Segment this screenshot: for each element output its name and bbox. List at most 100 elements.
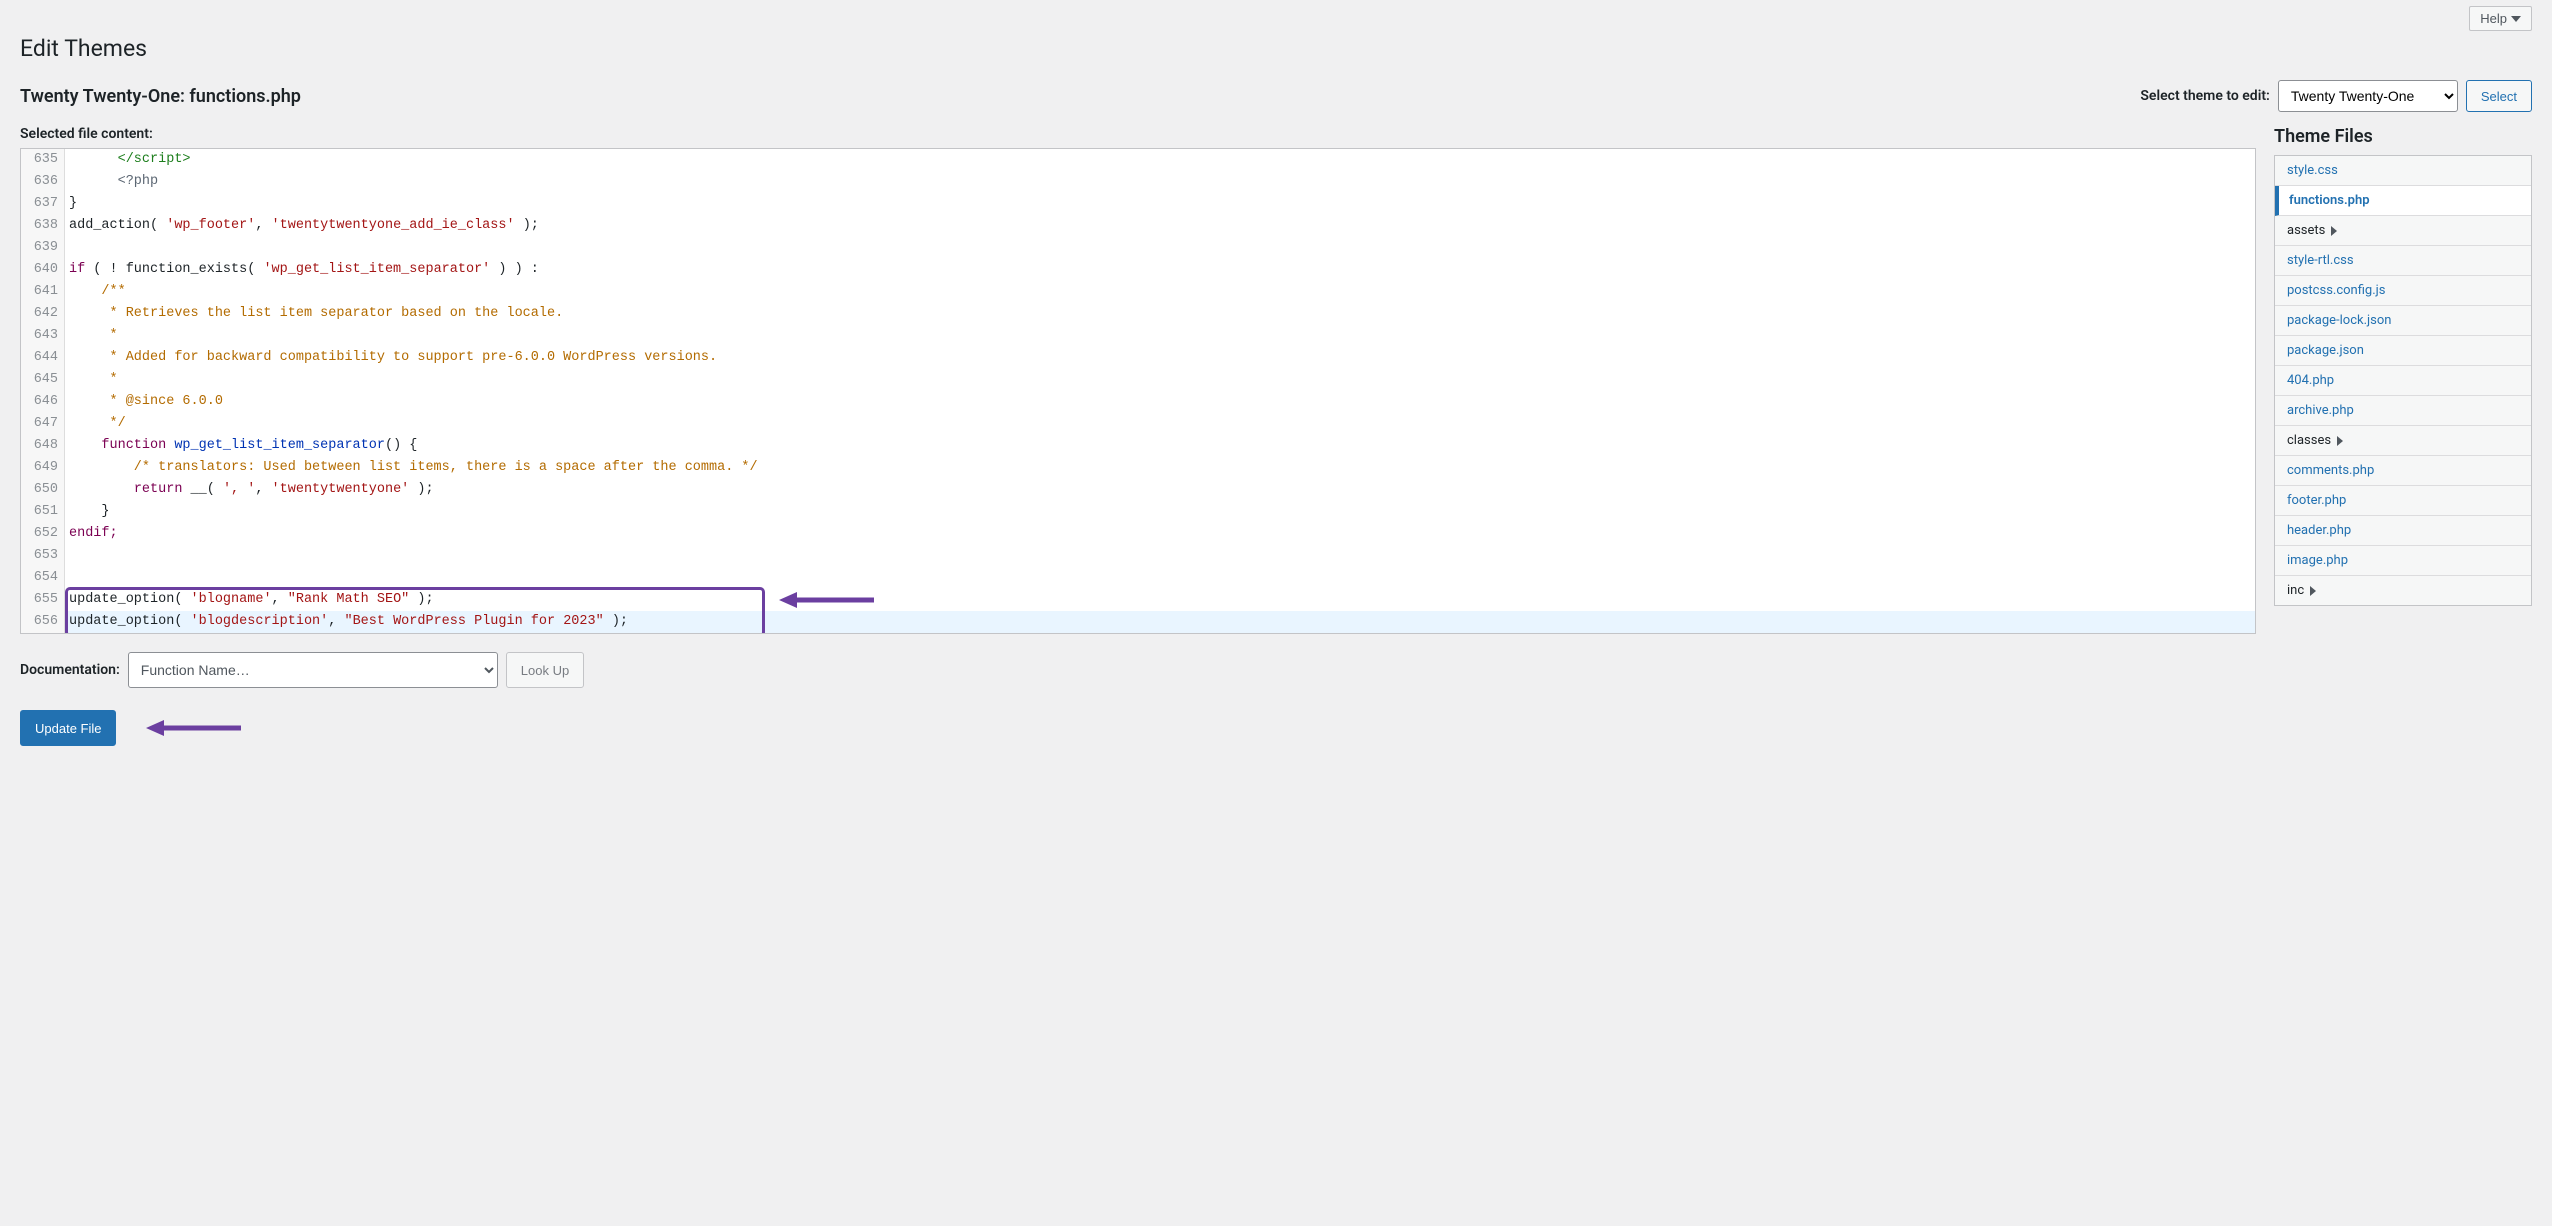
- code-line[interactable]: 647 */: [21, 413, 2255, 435]
- code-editor[interactable]: 635 </script>636 <?php637}638add_action(…: [20, 148, 2256, 634]
- code-line[interactable]: 636 <?php: [21, 171, 2255, 193]
- select-theme-button[interactable]: Select: [2466, 80, 2532, 112]
- line-number: 655: [21, 589, 65, 611]
- code-content[interactable]: */: [65, 413, 126, 435]
- line-number: 644: [21, 347, 65, 369]
- annotation-arrow-icon: [146, 716, 241, 740]
- file-item[interactable]: style-rtl.css: [2275, 246, 2531, 276]
- documentation-label: Documentation:: [20, 662, 120, 678]
- code-line[interactable]: 651 }: [21, 501, 2255, 523]
- code-line[interactable]: 654: [21, 567, 2255, 589]
- code-content[interactable]: * @since 6.0.0: [65, 391, 223, 413]
- code-content[interactable]: <?php: [65, 171, 158, 193]
- line-number: 648: [21, 435, 65, 457]
- code-content[interactable]: update_option( 'blogdescription', "Best …: [65, 611, 628, 633]
- code-line[interactable]: 656update_option( 'blogdescription', "Be…: [21, 611, 2255, 633]
- file-item[interactable]: functions.php: [2275, 186, 2531, 216]
- line-number: 654: [21, 567, 65, 589]
- code-line[interactable]: 653: [21, 545, 2255, 567]
- file-item[interactable]: image.php: [2275, 546, 2531, 576]
- code-content[interactable]: </script>: [65, 149, 191, 171]
- code-content[interactable]: return __( ', ', 'twentytwentyone' );: [65, 479, 434, 501]
- file-item[interactable]: comments.php: [2275, 456, 2531, 486]
- code-content[interactable]: }: [65, 501, 110, 523]
- help-label: Help: [2480, 11, 2507, 26]
- line-number: 636: [21, 171, 65, 193]
- caret-right-icon: [2335, 436, 2345, 446]
- line-number: 652: [21, 523, 65, 545]
- caret-down-icon: [2511, 14, 2521, 24]
- code-line[interactable]: 650 return __( ', ', 'twentytwentyone' )…: [21, 479, 2255, 501]
- file-item[interactable]: 404.php: [2275, 366, 2531, 396]
- file-item[interactable]: footer.php: [2275, 486, 2531, 516]
- code-content[interactable]: /* translators: Used between list items,…: [65, 457, 758, 479]
- line-number: 635: [21, 149, 65, 171]
- code-content[interactable]: function wp_get_list_item_separator() {: [65, 435, 417, 457]
- folder-item[interactable]: assets: [2275, 216, 2531, 246]
- update-file-button[interactable]: Update File: [20, 710, 116, 746]
- line-number: 640: [21, 259, 65, 281]
- code-line[interactable]: 639: [21, 237, 2255, 259]
- line-number: 643: [21, 325, 65, 347]
- code-line[interactable]: 649 /* translators: Used between list it…: [21, 457, 2255, 479]
- code-content[interactable]: *: [65, 369, 118, 391]
- code-line[interactable]: 635 </script>: [21, 149, 2255, 171]
- file-item[interactable]: archive.php: [2275, 396, 2531, 426]
- line-number: 642: [21, 303, 65, 325]
- code-content[interactable]: add_action( 'wp_footer', 'twentytwentyon…: [65, 215, 539, 237]
- line-number: 638: [21, 215, 65, 237]
- line-number: 641: [21, 281, 65, 303]
- line-number: 645: [21, 369, 65, 391]
- code-line[interactable]: 638add_action( 'wp_footer', 'twentytwent…: [21, 215, 2255, 237]
- line-number: 656: [21, 611, 65, 633]
- line-number: 649: [21, 457, 65, 479]
- code-content[interactable]: /**: [65, 281, 126, 303]
- code-content[interactable]: *: [65, 325, 118, 347]
- lookup-button[interactable]: Look Up: [506, 652, 584, 688]
- folder-item[interactable]: inc: [2275, 576, 2531, 605]
- line-number: 637: [21, 193, 65, 215]
- line-number: 651: [21, 501, 65, 523]
- caret-right-icon: [2329, 226, 2339, 236]
- line-number: 646: [21, 391, 65, 413]
- code-line[interactable]: 641 /**: [21, 281, 2255, 303]
- code-line[interactable]: 646 * @since 6.0.0: [21, 391, 2255, 413]
- file-item[interactable]: header.php: [2275, 516, 2531, 546]
- code-content[interactable]: if ( ! function_exists( 'wp_get_list_ite…: [65, 259, 539, 281]
- code-content[interactable]: }: [65, 193, 77, 215]
- line-number: 647: [21, 413, 65, 435]
- documentation-select[interactable]: Function Name…: [128, 652, 498, 688]
- line-number: 639: [21, 237, 65, 259]
- code-content[interactable]: [65, 237, 77, 259]
- file-tree: style.cssfunctions.phpassets style-rtl.c…: [2274, 155, 2532, 606]
- code-content[interactable]: [65, 545, 77, 567]
- code-line[interactable]: 644 * Added for backward compatibility t…: [21, 347, 2255, 369]
- file-item[interactable]: package.json: [2275, 336, 2531, 366]
- select-theme-label: Select theme to edit:: [2140, 88, 2269, 104]
- code-content[interactable]: * Retrieves the list item separator base…: [65, 303, 563, 325]
- line-number: 653: [21, 545, 65, 567]
- folder-item[interactable]: classes: [2275, 426, 2531, 456]
- code-line[interactable]: 652endif;: [21, 523, 2255, 545]
- code-line[interactable]: 648 function wp_get_list_item_separator(…: [21, 435, 2255, 457]
- theme-files-heading: Theme Files: [2274, 126, 2532, 147]
- code-content[interactable]: endif;: [65, 523, 118, 545]
- page-title: Edit Themes: [20, 35, 2532, 62]
- code-line[interactable]: 643 *: [21, 325, 2255, 347]
- code-content[interactable]: update_option( 'blogname', "Rank Math SE…: [65, 589, 434, 611]
- selected-file-label: Selected file content:: [20, 126, 2256, 142]
- code-line[interactable]: 637}: [21, 193, 2255, 215]
- help-button[interactable]: Help: [2469, 6, 2532, 31]
- file-item[interactable]: style.css: [2275, 156, 2531, 186]
- code-line[interactable]: 655update_option( 'blogname', "Rank Math…: [21, 589, 2255, 611]
- file-item[interactable]: postcss.config.js: [2275, 276, 2531, 306]
- code-content[interactable]: * Added for backward compatibility to su…: [65, 347, 717, 369]
- line-number: 650: [21, 479, 65, 501]
- caret-right-icon: [2308, 586, 2318, 596]
- code-line[interactable]: 645 *: [21, 369, 2255, 391]
- code-line[interactable]: 642 * Retrieves the list item separator …: [21, 303, 2255, 325]
- file-item[interactable]: package-lock.json: [2275, 306, 2531, 336]
- code-line[interactable]: 640if ( ! function_exists( 'wp_get_list_…: [21, 259, 2255, 281]
- code-content[interactable]: [65, 567, 77, 589]
- theme-select[interactable]: Twenty Twenty-One: [2278, 80, 2458, 112]
